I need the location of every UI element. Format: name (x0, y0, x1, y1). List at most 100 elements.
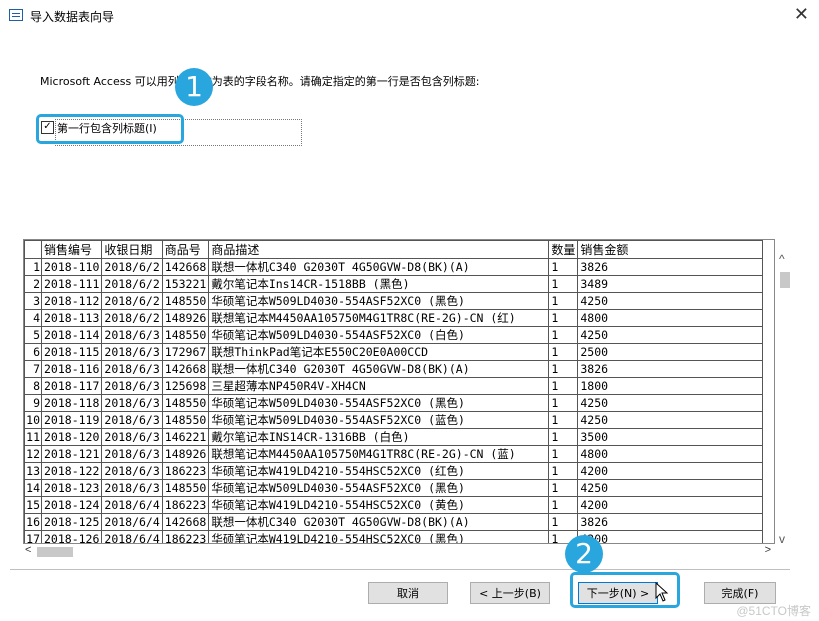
step-badge-1: 1 (175, 68, 213, 106)
row-number: 9 (24, 394, 42, 412)
table-cell: 1 (548, 513, 579, 531)
table-cell: 3826 (577, 513, 764, 531)
table-cell: 4800 (577, 445, 764, 463)
close-icon[interactable]: ✕ (794, 4, 809, 25)
header-row: 销售编号 收银日期 商品号 商品描述 数量 销售金额 (24, 240, 764, 259)
table-cell: 2018-119 (40, 411, 103, 429)
horizontal-scrollbar[interactable]: < > (23, 544, 775, 559)
scroll-up-icon[interactable]: ^ (779, 252, 785, 266)
table-cell: 2018/6/4 (101, 530, 163, 543)
table-cell: 2018-113 (40, 309, 103, 327)
table-cell: 2018-114 (40, 326, 103, 344)
row-number: 3 (24, 292, 42, 310)
table-cell: 2018/6/3 (101, 343, 163, 361)
column-header[interactable]: 数量 (548, 240, 579, 259)
table-cell: 1 (548, 292, 579, 310)
table-cell: 联想一体机C340 G2030T 4G50GVW-D8(BK)(A) (208, 513, 550, 531)
column-header[interactable]: 销售金额 (577, 240, 764, 259)
table-cell: 148550 (161, 394, 210, 412)
table-cell: 2018-111 (40, 275, 103, 293)
table-cell: 2018/6/3 (101, 428, 163, 446)
scroll-left-icon[interactable]: < (25, 544, 31, 556)
table-cell: 2018-110 (40, 258, 103, 276)
table-cell: 2018-118 (40, 394, 103, 412)
table-cell: 2018-123 (40, 479, 103, 497)
table-cell: 186223 (161, 530, 210, 543)
table-cell: 2018/6/2 (101, 309, 163, 327)
table-cell: 戴尔笔记本INS14CR-1316BB (白色) (208, 428, 550, 446)
column-header[interactable]: 收银日期 (101, 240, 163, 259)
table-cell: 2018-117 (40, 377, 103, 395)
column-header[interactable]: 商品描述 (208, 240, 550, 259)
scroll-down-icon[interactable]: v (779, 532, 785, 546)
mouse-cursor-icon (655, 582, 669, 602)
table-cell: 1 (548, 377, 579, 395)
back-button[interactable]: < 上一步(B) (470, 582, 550, 604)
table-cell: 148926 (161, 309, 210, 327)
table-cell: 172967 (161, 343, 210, 361)
table-cell: 2018-120 (40, 428, 103, 446)
table-cell: 1800 (577, 377, 764, 395)
cancel-button[interactable]: 取消 (368, 582, 448, 604)
table-cell: 142668 (161, 258, 210, 276)
table-cell: 4250 (577, 326, 764, 344)
row-number: 8 (24, 377, 42, 395)
table-cell: 1 (548, 394, 579, 412)
table-cell: 华硕笔记本W509LD4030-554ASF52XC0 (蓝色) (208, 411, 550, 429)
table-cell: 142668 (161, 513, 210, 531)
table-cell: 2018-126 (40, 530, 103, 543)
table-cell: 3500 (577, 428, 764, 446)
row-number: 6 (24, 343, 42, 361)
table-cell: 联想一体机C340 G2030T 4G50GVW-D8(BK)(A) (208, 258, 550, 276)
column-header[interactable]: 商品号 (161, 240, 210, 259)
table-cell: 4800 (577, 309, 764, 327)
row-number: 14 (24, 479, 42, 497)
table-cell: 1 (548, 462, 579, 480)
finish-button[interactable]: 完成(F) (704, 582, 776, 604)
table-row: 16 2018-125 2018/6/4 142668 联想一体机C340 G2030T… (24, 513, 764, 531)
table-cell: 2018/6/3 (101, 360, 163, 378)
table-cell: 4200 (577, 462, 764, 480)
vertical-scroll-thumb[interactable] (780, 272, 790, 288)
table-cell: 4250 (577, 394, 764, 412)
table-icon (9, 9, 23, 21)
vertical-scrollbar[interactable]: ^ v (777, 252, 793, 546)
table-cell: 2018/6/3 (101, 462, 163, 480)
table-cell: 148926 (161, 445, 210, 463)
table-cell: 华硕笔记本W509LD4030-554ASF52XC0 (黑色) (208, 292, 550, 310)
row-number: 16 (24, 513, 42, 531)
table-cell: 2018/6/2 (101, 258, 163, 276)
table-cell: 2018-124 (40, 496, 103, 514)
column-header[interactable]: 销售编号 (40, 240, 103, 259)
row-number: 10 (24, 411, 42, 429)
table-row: 1 2018-110 2018/6/2 142668 联想一体机C340 G2030T … (24, 258, 764, 276)
table-cell: 三星超薄本NP450R4V-XH4CN (208, 377, 550, 395)
table-cell: 2018/6/3 (101, 394, 163, 412)
table-cell: 2018-125 (40, 513, 103, 531)
table-cell: 1 (548, 428, 579, 446)
table-cell: 2018-122 (40, 462, 103, 480)
table-cell: 1 (548, 360, 579, 378)
table-cell: 4200 (577, 530, 764, 543)
table-cell: 153221 (161, 275, 210, 293)
prompt-text: Microsoft Access 可以用列标题作为表的字段名称。请确定指定的第一… (40, 75, 480, 88)
table-row: 5 2018-114 2018/6/3 148550 华硕笔记本W509LD4030-5… (24, 326, 764, 344)
table-row: 3 2018-112 2018/6/2 148550 华硕笔记本W509LD4030-5… (24, 292, 764, 310)
scroll-right-icon[interactable]: > (765, 544, 771, 556)
table-cell: 戴尔笔记本Ins14CR-1518BB (黑色) (208, 275, 550, 293)
checkbox-highlight (36, 114, 184, 144)
table-cell: 华硕笔记本W509LD4030-554ASF52XC0 (黑色) (208, 479, 550, 497)
horizontal-scroll-thumb[interactable] (37, 547, 73, 557)
table-cell: 2018-115 (40, 343, 103, 361)
table-cell: 2018-121 (40, 445, 103, 463)
table-cell: 华硕笔记本W419LD4210-554HSC52XC0 (红色) (208, 462, 550, 480)
row-number: 12 (24, 445, 42, 463)
table-cell: 华硕笔记本W419LD4210-554HSC52XC0 (黄色) (208, 496, 550, 514)
table-cell: 1 (548, 343, 579, 361)
table-cell: 联想笔记本M4450AA105750M4G1TR8C(RE-2G)-CN (蓝) (208, 445, 550, 463)
table-cell: 142668 (161, 360, 210, 378)
table-cell: 1 (548, 326, 579, 344)
table-cell: 2018-116 (40, 360, 103, 378)
row-number: 11 (24, 428, 42, 446)
table-row: 8 2018-117 2018/6/3 125698 三星超薄本NP450R4V-XH4… (24, 377, 764, 395)
